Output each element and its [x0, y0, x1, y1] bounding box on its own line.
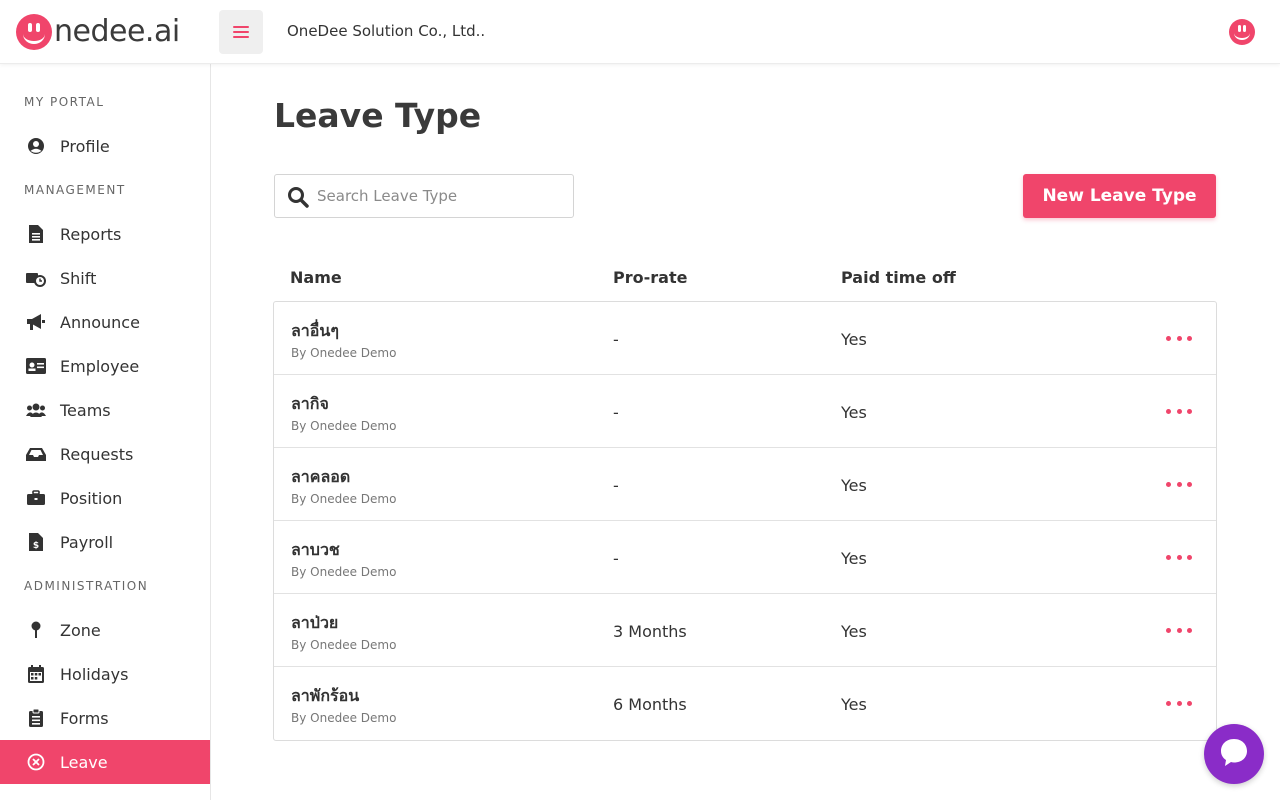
column-header-paid-time-off: Paid time off [841, 268, 956, 287]
briefcase-icon [26, 488, 46, 508]
id-card-icon [26, 356, 46, 376]
pro-rate-value: - [613, 403, 619, 422]
column-header-pro-rate: Pro-rate [613, 268, 688, 287]
user-avatar[interactable] [1229, 19, 1255, 45]
users-icon [26, 400, 46, 420]
pro-rate-value: - [613, 330, 619, 349]
created-by: By Onedee Demo [291, 492, 397, 506]
table-row[interactable]: ลาบวช By Onedee Demo - Yes [274, 521, 1216, 594]
more-options-icon[interactable] [1166, 403, 1192, 419]
pro-rate-value: 3 Months [613, 622, 687, 641]
megaphone-icon [26, 312, 46, 332]
inbox-icon [26, 444, 46, 464]
calendar-icon [26, 664, 46, 684]
paid-time-off-value: Yes [841, 330, 867, 349]
leave-type-table: ลาอื่นๆ By Onedee Demo - Yes ลากิจ By On… [273, 301, 1217, 741]
sidebar-item-label: Teams [60, 400, 111, 420]
company-name: OneDee Solution Co., Ltd.. [287, 22, 486, 40]
sidebar-item-label: Requests [60, 444, 134, 464]
more-options-icon[interactable] [1166, 695, 1192, 711]
section-title-management: MANAGEMENT [24, 183, 126, 197]
more-options-icon[interactable] [1166, 476, 1192, 492]
created-by: By Onedee Demo [291, 565, 397, 579]
logo-face-icon [16, 14, 52, 50]
paid-time-off-value: Yes [841, 549, 867, 568]
leave-type-name: ลาป่วย [291, 613, 339, 632]
created-by: By Onedee Demo [291, 419, 397, 433]
sidebar-item-position[interactable]: Position [0, 476, 210, 520]
table-row[interactable]: ลาป่วย By Onedee Demo 3 Months Yes [274, 594, 1216, 667]
sidebar-item-label: Payroll [60, 532, 114, 552]
leave-type-name: ลาอื่นๆ [291, 321, 339, 340]
sidebar-item-label: Announce [60, 312, 140, 332]
menu-toggle-button[interactable] [219, 10, 263, 54]
paid-time-off-value: Yes [841, 476, 867, 495]
sidebar-item-profile[interactable]: Profile [0, 124, 210, 168]
more-options-icon[interactable] [1166, 622, 1192, 638]
sidebar-item-leave[interactable]: Leave [0, 740, 210, 784]
sidebar-item-label: Profile [60, 136, 110, 156]
sidebar-item-label: Leave [60, 752, 108, 772]
top-header: nedee.ai OneDee Solution Co., Ltd.. [0, 0, 1280, 64]
paid-time-off-value: Yes [841, 695, 867, 714]
chat-widget-button[interactable] [1204, 724, 1264, 784]
onedee-logo[interactable]: nedee.ai [16, 13, 180, 51]
section-title-my-portal: MY PORTAL [24, 95, 105, 109]
paid-time-off-value: Yes [841, 622, 867, 641]
created-by: By Onedee Demo [291, 638, 397, 652]
created-by: By Onedee Demo [291, 711, 397, 725]
sidebar-item-label: Position [60, 488, 123, 508]
sidebar-item-label: Reports [60, 224, 122, 244]
more-options-icon[interactable] [1166, 330, 1192, 346]
sidebar-item-forms[interactable]: Forms [0, 696, 210, 740]
leave-type-name: ลาบวช [291, 540, 340, 559]
sidebar-item-announce[interactable]: Announce [0, 300, 210, 344]
sidebar-item-reports[interactable]: Reports [0, 212, 210, 256]
svg-text:$: $ [33, 541, 39, 551]
file-icon [26, 224, 46, 244]
pro-rate-value: - [613, 476, 619, 495]
more-options-icon[interactable] [1166, 549, 1192, 565]
clipboard-icon [26, 708, 46, 728]
leave-type-name: ลาคลอด [291, 467, 351, 486]
sidebar-item-label: Zone [60, 620, 101, 640]
table-row[interactable]: ลากิจ By Onedee Demo - Yes [274, 375, 1216, 448]
search-box [274, 174, 574, 218]
sidebar-item-payroll[interactable]: $ Payroll [0, 520, 210, 564]
page-title: Leave Type [274, 96, 482, 135]
clock-shift-icon [26, 268, 46, 288]
map-pin-icon [26, 620, 46, 640]
table-row[interactable]: ลาคลอด By Onedee Demo - Yes [274, 448, 1216, 521]
leave-type-name: ลากิจ [291, 394, 329, 413]
hamburger-icon [233, 26, 249, 38]
search-input[interactable] [317, 175, 567, 217]
paid-time-off-value: Yes [841, 403, 867, 422]
sidebar-item-zone[interactable]: Zone [0, 608, 210, 652]
sidebar-item-requests[interactable]: Requests [0, 432, 210, 476]
section-title-administration: ADMINISTRATION [24, 579, 149, 593]
sidebar-item-teams[interactable]: Teams [0, 388, 210, 432]
sidebar-item-label: Holidays [60, 664, 129, 684]
new-leave-type-button[interactable]: New Leave Type [1023, 174, 1216, 218]
table-row[interactable]: ลาอื่นๆ By Onedee Demo - Yes [274, 302, 1216, 375]
sidebar-item-holidays[interactable]: Holidays [0, 652, 210, 696]
sidebar: MY PORTAL Profile MANAGEMENT Reports Shi… [0, 64, 211, 800]
pro-rate-value: 6 Months [613, 695, 687, 714]
chat-bubble-icon [1218, 736, 1250, 772]
user-circle-icon [26, 136, 46, 156]
logo-text: nedee.ai [54, 14, 180, 49]
sidebar-item-label: Forms [60, 708, 109, 728]
sidebar-item-employee[interactable]: Employee [0, 344, 210, 388]
sidebar-item-label: Employee [60, 356, 140, 376]
sidebar-item-label: Shift [60, 268, 97, 288]
invoice-dollar-icon: $ [26, 532, 46, 552]
column-header-name: Name [290, 268, 342, 287]
times-circle-icon [26, 752, 46, 772]
pro-rate-value: - [613, 549, 619, 568]
table-row[interactable]: ลาพักร้อน By Onedee Demo 6 Months Yes [274, 667, 1216, 740]
search-icon [287, 186, 309, 208]
created-by: By Onedee Demo [291, 346, 397, 360]
sidebar-item-shift[interactable]: Shift [0, 256, 210, 300]
leave-type-name: ลาพักร้อน [291, 686, 360, 705]
